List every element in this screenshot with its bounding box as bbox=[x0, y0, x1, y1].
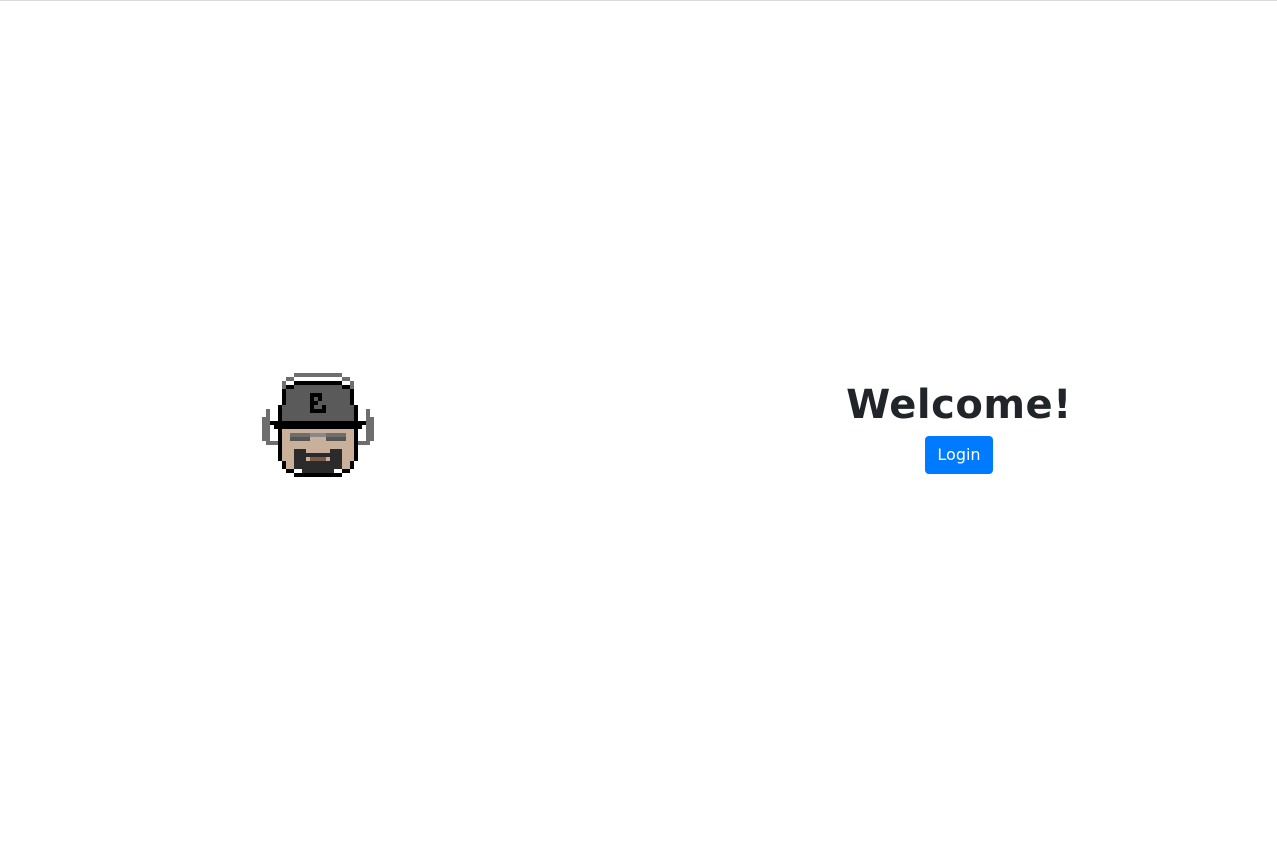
welcome-section: Welcome! Login bbox=[839, 379, 1079, 474]
avatar bbox=[262, 373, 374, 481]
welcome-heading: Welcome! bbox=[846, 382, 1072, 428]
pixel-avatar-icon bbox=[262, 373, 374, 477]
landing-page: Welcome! Login bbox=[0, 0, 1277, 852]
login-button[interactable]: Login bbox=[925, 436, 993, 474]
